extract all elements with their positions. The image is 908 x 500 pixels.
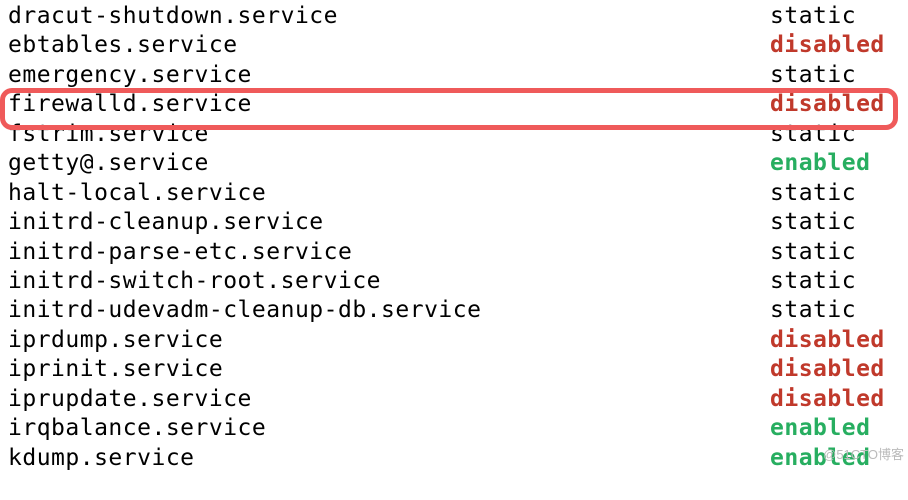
service-state: disabled bbox=[770, 385, 900, 414]
service-state: static bbox=[770, 120, 900, 149]
service-row: iprdump.service disabled bbox=[8, 326, 900, 355]
service-name: fstrim.service bbox=[8, 120, 209, 149]
service-row: initrd-cleanup.service static bbox=[8, 208, 900, 237]
service-state: static bbox=[770, 208, 900, 237]
service-list: dracut-shutdown.servicestaticebtables.se… bbox=[8, 2, 900, 473]
service-state: static bbox=[770, 267, 900, 296]
service-state: enabled bbox=[770, 414, 900, 443]
service-state: static bbox=[770, 238, 900, 267]
service-name: initrd-cleanup.service bbox=[8, 208, 324, 237]
service-state: disabled bbox=[770, 90, 900, 119]
service-row: kdump.serviceenabled bbox=[8, 444, 900, 473]
service-name: emergency.service bbox=[8, 61, 252, 90]
service-name: ebtables.service bbox=[8, 31, 238, 60]
service-state: static bbox=[770, 179, 900, 208]
service-row: initrd-switch-root.service static bbox=[8, 267, 900, 296]
service-row: initrd-udevadm-cleanup-db.service static bbox=[8, 296, 900, 325]
service-state: disabled bbox=[770, 31, 900, 60]
service-row: dracut-shutdown.service static bbox=[8, 2, 900, 31]
service-row: emergency.service static bbox=[8, 61, 900, 90]
service-row: ebtables.service disabled bbox=[8, 31, 900, 60]
service-state: enabled bbox=[770, 149, 900, 178]
service-state: disabled bbox=[770, 355, 900, 384]
service-name: iprupdate.service bbox=[8, 385, 252, 414]
service-name: initrd-switch-root.service bbox=[8, 267, 381, 296]
service-row: fstrim.service static bbox=[8, 120, 900, 149]
service-state: static bbox=[770, 61, 900, 90]
service-row: initrd-parse-etc.service static bbox=[8, 238, 900, 267]
service-row: firewalld.service disabled bbox=[8, 90, 900, 119]
service-name: initrd-parse-etc.service bbox=[8, 238, 352, 267]
service-row: irqbalance.service enabled bbox=[8, 414, 900, 443]
watermark-text: @51CTO博客 bbox=[823, 447, 904, 464]
service-state: static bbox=[770, 296, 900, 325]
service-name: iprdump.service bbox=[8, 326, 223, 355]
service-row: iprupdate.service disabled bbox=[8, 385, 900, 414]
service-name: initrd-udevadm-cleanup-db.service bbox=[8, 296, 481, 325]
service-name: kdump.service bbox=[8, 444, 195, 473]
service-row: iprinit.service disabled bbox=[8, 355, 900, 384]
service-name: irqbalance.service bbox=[8, 414, 266, 443]
service-state: disabled bbox=[770, 326, 900, 355]
service-name: dracut-shutdown.service bbox=[8, 2, 338, 31]
service-name: halt-local.service bbox=[8, 179, 266, 208]
service-row: getty@.service enabled bbox=[8, 149, 900, 178]
service-state: static bbox=[770, 2, 900, 31]
service-name: iprinit.service bbox=[8, 355, 223, 384]
service-name: firewalld.service bbox=[8, 90, 252, 119]
service-name: getty@.service bbox=[8, 149, 209, 178]
service-row: halt-local.service static bbox=[8, 179, 900, 208]
